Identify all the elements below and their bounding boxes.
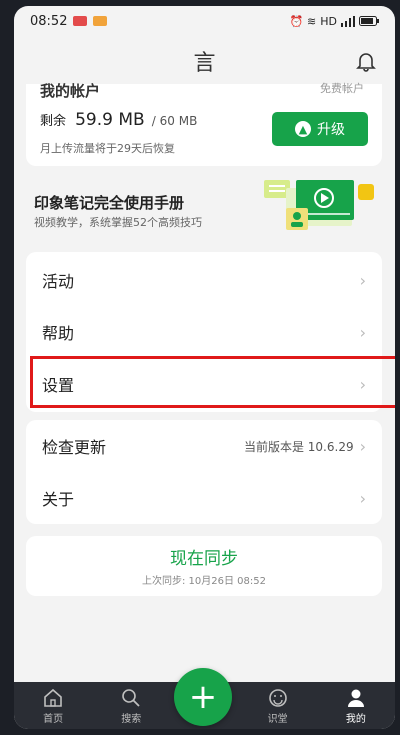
menu-item-help[interactable]: 帮助 › (26, 306, 382, 358)
app-header: 言 (14, 36, 395, 86)
account-card: 我的帐户 免费帐户 剩余 59.9 MB / 60 MB 月上传流量将于29天后… (26, 82, 382, 166)
settings-highlight-box (30, 356, 395, 408)
menu-item-label: 活动 (42, 272, 75, 291)
bell-icon[interactable] (355, 50, 377, 72)
storage-used: 59.9 MB (75, 110, 145, 130)
nav-label: 搜索 (121, 714, 142, 725)
nav-label: 首页 (43, 714, 64, 725)
signal-icon (341, 15, 355, 27)
battery-icon (359, 16, 379, 26)
add-note-button[interactable]: + (174, 668, 232, 726)
menu-item-label: 帮助 (42, 324, 75, 343)
nav-label: 我的 (345, 714, 366, 725)
nav-label: 识堂 (267, 714, 288, 725)
search-icon (122, 689, 140, 707)
manual-banner[interactable]: 印象笔记完全使用手册 视频教学，系统掌握52个高频技巧 (14, 174, 395, 244)
last-sync-time: 上次同步: 10月26日 08:52 (142, 576, 266, 587)
video-illustration-icon (264, 180, 374, 230)
banner-title: 印象笔记完全使用手册 (34, 194, 185, 212)
home-icon (44, 688, 62, 707)
chevron-right-icon: › (359, 488, 366, 508)
notification-app-icon (73, 16, 88, 26)
banner-subtitle: 视频教学，系统掌握52个高频技巧 (34, 216, 202, 229)
status-time: 08:52 (30, 13, 68, 29)
menu-item-activity[interactable]: 活动 › (26, 254, 382, 306)
upgrade-label: 升级 (317, 122, 345, 138)
nav-mine[interactable]: 我的 (326, 688, 386, 725)
account-type-link[interactable]: 免费帐户 (320, 80, 364, 96)
chevron-right-icon: › (359, 270, 366, 290)
user-icon (347, 689, 364, 707)
network-label: HD (320, 14, 337, 28)
phone-screen: 08:52 ⏰ ≋ HD 言 我的帐户 免费帐户 剩余 59.9 MB / 60… (14, 6, 395, 729)
sync-now-button[interactable]: 现在同步 (26, 544, 382, 569)
sync-card: 现在同步 上次同步: 10月26日 08:52 (26, 536, 382, 596)
nav-search[interactable]: 搜索 (101, 688, 161, 725)
nav-classroom[interactable]: 识堂 (248, 688, 308, 725)
chevron-right-icon: › (359, 322, 366, 342)
smile-icon (268, 689, 287, 707)
account-title: 我的帐户 (40, 82, 101, 100)
upload-reset-note: 月上传流量将于29天后恢复 (40, 142, 175, 155)
update-card: 检查更新 当前版本是 10.6.29 › 关于 › (26, 420, 382, 524)
storage-label: 剩余 (40, 114, 67, 129)
menu-item-label: 关于 (42, 490, 75, 509)
current-version: 当前版本是 10.6.29 (243, 439, 354, 454)
storage-remaining: 剩余 59.9 MB / 60 MB (40, 110, 197, 130)
menu-item-check-update[interactable]: 检查更新 当前版本是 10.6.29 › (26, 420, 382, 472)
upgrade-button[interactable]: ▲ 升级 (272, 112, 368, 146)
nav-home[interactable]: 首页 (23, 688, 83, 725)
notification-app-icon (93, 16, 108, 26)
menu-item-label: 检查更新 (42, 438, 107, 457)
chevron-right-icon: › (359, 436, 366, 456)
alarm-wifi-icons: ⏰ ≋ (289, 14, 317, 28)
header-title: 言 (193, 51, 216, 76)
menu-item-about[interactable]: 关于 › (26, 472, 382, 524)
status-bar: 08:52 ⏰ ≋ HD (14, 6, 395, 36)
up-arrow-icon: ▲ (295, 121, 311, 137)
storage-total: / 60 MB (151, 114, 198, 128)
